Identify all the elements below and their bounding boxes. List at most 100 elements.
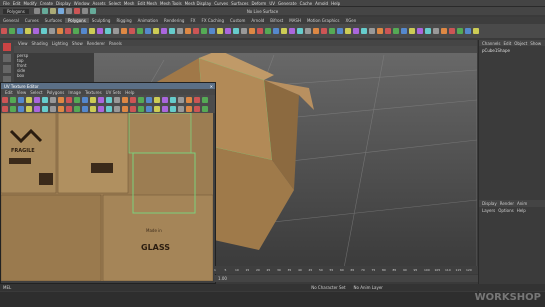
tool-icon[interactable] bbox=[329, 28, 335, 34]
tool-icon[interactable] bbox=[114, 105, 120, 112]
uv-canvas[interactable]: FRAGILE GLASS Made in bbox=[1, 113, 213, 281]
menu-item[interactable]: File bbox=[3, 1, 10, 6]
tool-icon[interactable] bbox=[202, 96, 208, 103]
uv-menu-item[interactable]: Edit bbox=[5, 90, 13, 95]
tool-icon[interactable] bbox=[178, 96, 184, 103]
menu-item[interactable]: Help bbox=[331, 1, 340, 6]
tool-icon[interactable] bbox=[425, 28, 431, 34]
uv-menu-item[interactable]: Help bbox=[125, 90, 134, 95]
tool-icon[interactable] bbox=[369, 28, 375, 34]
tool-icon[interactable] bbox=[209, 28, 215, 34]
tool-icon[interactable] bbox=[194, 96, 200, 103]
tool-icon[interactable] bbox=[162, 96, 168, 103]
tool-icon[interactable] bbox=[10, 105, 16, 112]
shelf-tab[interactable]: Sculpting bbox=[89, 18, 114, 23]
tool-icon[interactable] bbox=[265, 28, 271, 34]
tool-icon[interactable] bbox=[473, 28, 479, 34]
menu-item[interactable]: Mesh Tools bbox=[160, 1, 182, 6]
tool-icon[interactable] bbox=[25, 28, 31, 34]
tool-icon[interactable] bbox=[377, 28, 383, 34]
tool-icon[interactable] bbox=[170, 96, 176, 103]
tool-icon[interactable] bbox=[409, 28, 415, 34]
shelf-tab[interactable]: Polygons bbox=[64, 18, 89, 23]
uv-menu-item[interactable]: Polygons bbox=[47, 90, 65, 95]
tool-icon[interactable] bbox=[73, 28, 79, 34]
char-set-field[interactable]: No Character Set bbox=[311, 285, 345, 290]
tool-icon[interactable] bbox=[81, 28, 87, 34]
tool-icon[interactable] bbox=[106, 96, 112, 103]
viewport-menu-item[interactable]: View bbox=[18, 41, 28, 46]
tool-icon[interactable] bbox=[26, 105, 32, 112]
tool-icon[interactable] bbox=[106, 105, 112, 112]
tool-icon[interactable] bbox=[65, 28, 71, 34]
tool-icon[interactable] bbox=[50, 105, 56, 112]
menu-item[interactable]: Edit bbox=[13, 1, 21, 6]
tool-icon[interactable] bbox=[137, 28, 143, 34]
tool-icon[interactable] bbox=[417, 28, 423, 34]
live-surface[interactable]: No Live Surface bbox=[247, 9, 278, 14]
tool-icon[interactable] bbox=[154, 105, 160, 112]
tool-icon[interactable] bbox=[186, 96, 192, 103]
tool-icon[interactable] bbox=[273, 28, 279, 34]
tool-icon[interactable] bbox=[178, 105, 184, 112]
menu-item[interactable]: Mesh Display bbox=[185, 1, 212, 6]
tool-icon[interactable] bbox=[41, 28, 47, 34]
tool-icon[interactable] bbox=[18, 96, 24, 103]
tool-icon[interactable] bbox=[17, 28, 23, 34]
channel-box-tab[interactable]: Show bbox=[530, 41, 541, 46]
shelf-tab[interactable]: Custom bbox=[227, 18, 248, 23]
command-line[interactable]: MEL No Character Set No Anim Layer bbox=[0, 284, 545, 291]
shelf-tab[interactable]: Rendering bbox=[161, 18, 187, 23]
tool-icon[interactable] bbox=[66, 96, 72, 103]
tool-icon[interactable] bbox=[97, 28, 103, 34]
tool-icon[interactable] bbox=[74, 96, 80, 103]
shelf-tab[interactable]: Surfaces bbox=[42, 18, 65, 23]
tool-icon[interactable] bbox=[42, 105, 48, 112]
shelf-tab[interactable]: MASH bbox=[286, 18, 304, 23]
tool-icon[interactable] bbox=[18, 105, 24, 112]
tool-icon[interactable] bbox=[33, 28, 39, 34]
tool-icon[interactable] bbox=[257, 28, 263, 34]
tool-icon[interactable] bbox=[337, 28, 343, 34]
tool-icon[interactable] bbox=[130, 105, 136, 112]
menu-item[interactable]: Assets bbox=[93, 1, 106, 6]
menu-item[interactable]: UV bbox=[269, 1, 275, 6]
tool-icon[interactable] bbox=[162, 105, 168, 112]
tool-icon[interactable] bbox=[361, 28, 367, 34]
tool-icon[interactable] bbox=[202, 105, 208, 112]
tool-icon[interactable] bbox=[122, 96, 128, 103]
tool-icon[interactable] bbox=[441, 28, 447, 34]
tool-icon[interactable] bbox=[34, 105, 40, 112]
shelf-tab[interactable]: Animation bbox=[135, 18, 161, 23]
tool-icon[interactable] bbox=[145, 28, 151, 34]
menu-item[interactable]: Select bbox=[109, 1, 121, 6]
viewport-menu-item[interactable]: Panels bbox=[109, 41, 122, 46]
tool-icon[interactable] bbox=[1, 28, 7, 34]
channel-box-tab[interactable]: Edit bbox=[504, 41, 512, 46]
tool-icon[interactable] bbox=[465, 28, 471, 34]
anim-layer-field[interactable]: No Anim Layer bbox=[354, 285, 383, 290]
menu-item[interactable]: Window bbox=[74, 1, 90, 6]
tool-icon[interactable] bbox=[177, 28, 183, 34]
tool-icon[interactable] bbox=[153, 28, 159, 34]
tool-icon[interactable] bbox=[305, 28, 311, 34]
tool-icon[interactable] bbox=[58, 105, 64, 112]
tool-icon[interactable] bbox=[353, 28, 359, 34]
tool-icon[interactable] bbox=[393, 28, 399, 34]
tool-icon[interactable] bbox=[154, 96, 160, 103]
layer-menu-item[interactable]: Layers bbox=[482, 208, 495, 213]
tool-icon[interactable] bbox=[161, 28, 167, 34]
move-tool-icon[interactable] bbox=[3, 65, 11, 73]
range-slider[interactable]: 1.00 bbox=[214, 275, 478, 282]
tool-icon[interactable] bbox=[297, 28, 303, 34]
tool-icon[interactable] bbox=[98, 105, 104, 112]
tool-icon[interactable] bbox=[433, 28, 439, 34]
tool-icon[interactable] bbox=[194, 105, 200, 112]
tool-icon[interactable] bbox=[281, 28, 287, 34]
tool-icon[interactable] bbox=[90, 105, 96, 112]
shelf-tab[interactable]: Arnold bbox=[248, 18, 267, 23]
tool-icon[interactable] bbox=[249, 28, 255, 34]
tool-icon[interactable] bbox=[42, 96, 48, 103]
layer-menu-item[interactable]: Help bbox=[517, 208, 526, 213]
layer-tab[interactable]: Render bbox=[500, 201, 514, 206]
